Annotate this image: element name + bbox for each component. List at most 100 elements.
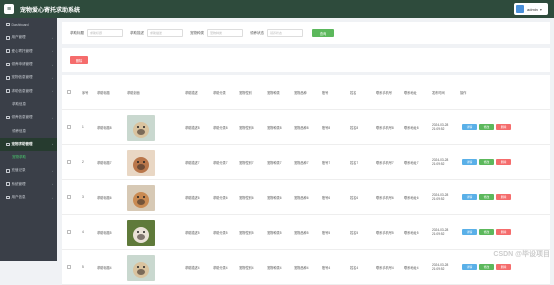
sidebar-item-label: 宠物求助管理 (12, 142, 33, 147)
delete-button[interactable]: 删除 (496, 264, 511, 270)
table-cell-time: 2024-03-28 21:09:52 (432, 193, 454, 201)
table-cell-desc: 求助描述8 (185, 125, 200, 130)
user-menu[interactable]: admin ▾ (514, 3, 548, 15)
edit-button[interactable]: 修改 (479, 264, 494, 270)
table-cell-title: 求助标题4 (97, 265, 112, 270)
delete-button[interactable]: 删除 (496, 194, 511, 200)
edit-button[interactable]: 修改 (479, 159, 494, 165)
sidebar-item[interactable]: 宠物信息管理› (0, 71, 57, 84)
table-cell-kind: 宠物种类6 (267, 195, 282, 200)
search-label: 求助描述 (130, 31, 144, 36)
chevron-right-icon: › (52, 169, 53, 173)
sidebar-item[interactable]: 用户管理› (0, 31, 57, 44)
sidebar-item[interactable]: Dashboard (0, 18, 57, 31)
table-cell-kind: 宠物种类4 (267, 265, 282, 270)
table-cell-name: 姓名4 (350, 265, 358, 270)
sidebar-item[interactable]: 领养申请管理› (0, 58, 57, 71)
nav-icon (6, 36, 10, 40)
sidebar-item-label: 宠物求助 (12, 155, 26, 160)
edit-button[interactable]: 修改 (479, 194, 494, 200)
row-actions: 详情修改删除 (462, 194, 511, 200)
table-cell-title: 求助标题6 (97, 195, 112, 200)
sidebar-item[interactable]: 求助信息 (0, 98, 57, 111)
row-checkbox[interactable] (67, 195, 71, 199)
table-cell-breed: 宠物品种4 (294, 265, 309, 270)
table-cell-sex: 宠物性别4 (239, 265, 254, 270)
row-checkbox[interactable] (67, 265, 71, 269)
table-cell-addr: 联系地址7 (404, 160, 419, 165)
chevron-right-icon: › (52, 49, 53, 53)
table-cell-kind: 宠物种类5 (267, 230, 282, 235)
header-cell: 联系地址 (404, 90, 417, 95)
sidebar: Dashboard用户管理›爱心寄托管理›领养申请管理›宠物信息管理›求助信息管… (0, 18, 57, 261)
pet-photo (127, 150, 155, 176)
sidebar-item[interactable]: 用户信息› (0, 191, 57, 204)
detail-button[interactable]: 详情 (462, 159, 477, 165)
edit-button[interactable]: 修改 (479, 229, 494, 235)
chevron-right-icon: › (52, 116, 53, 120)
table-cell-time: 2024-03-28 21:09:52 (432, 123, 454, 131)
sidebar-item-label: 领养信息 (12, 129, 26, 134)
search-button[interactable]: 查询 (312, 29, 334, 37)
table-cell-title: 求助标题7 (97, 160, 112, 165)
row-checkbox[interactable] (67, 160, 71, 164)
header-cell: 宠物种类 (267, 90, 280, 95)
table-cell-desc: 求助描述5 (185, 230, 200, 235)
edit-button[interactable]: 修改 (479, 124, 494, 130)
sidebar-item-label: 求助信息管理 (12, 89, 33, 94)
table-cell-title: 求助标题5 (97, 230, 112, 235)
table-cell-cat: 求助分类5 (213, 230, 228, 235)
chevron-right-icon: › (52, 89, 53, 93)
sidebar-item-label: 领养信息管理 (12, 115, 33, 120)
nav-icon (6, 76, 10, 80)
sidebar-item[interactable]: 领养信息 (0, 124, 57, 137)
search-input[interactable]: 领养状态 (267, 29, 303, 37)
table-cell-time: 2024-03-28 21:09:52 (432, 228, 454, 236)
delete-button[interactable]: 删除 (496, 159, 511, 165)
table-cell-time: 2024-03-28 21:09:52 (432, 263, 454, 271)
sidebar-item[interactable]: 求助信息管理 › (0, 84, 57, 97)
table-cell-kind: 宠物种类7 (267, 160, 282, 165)
data-table: 序号求助标题求助封面求助描述求助分类宠物性别宠物种类宠物品种账号姓名联系手机号联… (62, 75, 550, 285)
table-cell-sex: 宠物性别7 (239, 160, 254, 165)
sidebar-item[interactable]: 领养信息管理 › (0, 111, 57, 124)
table-row: 3求助标题6求助描述6求助分类6宠物性别6宠物种类6宠物品种6账号6姓名6联系手… (62, 180, 550, 215)
search-input[interactable]: 宠物种类 (207, 29, 243, 37)
chevron-right-icon: › (52, 196, 53, 200)
detail-button[interactable]: 详情 (462, 124, 477, 130)
sidebar-item-label: 求助信息 (12, 102, 26, 107)
sidebar-item[interactable]: 宠物求助管理› (0, 138, 57, 151)
header-cell: 求助封面 (127, 90, 140, 95)
delete-button[interactable]: 删除 (496, 124, 511, 130)
user-name: admin (527, 7, 538, 12)
select-all-checkbox[interactable] (67, 90, 71, 94)
table-row: 2求助标题7求助描述7求助分类7宠物性别7宠物种类7宠物品种7账号7姓名7联系手… (62, 145, 550, 180)
row-checkbox[interactable] (67, 230, 71, 234)
table-cell-name: 姓名7 (350, 160, 358, 165)
sidebar-item[interactable]: 系统管理› (0, 178, 57, 191)
header-cell: 姓名 (350, 90, 356, 95)
chevron-right-icon: › (52, 63, 53, 67)
table-cell-phone: 联系手机号6 (376, 195, 394, 200)
search-input[interactable]: 求助标题 (87, 29, 123, 37)
batch-delete-button[interactable]: 删除 (70, 56, 88, 64)
detail-button[interactable]: 详情 (462, 264, 477, 270)
search-label: 求助标题 (70, 31, 84, 36)
sidebar-item[interactable]: 充值记录› (0, 164, 57, 177)
table-header: 序号求助标题求助封面求助描述求助分类宠物性别宠物种类宠物品种账号姓名联系手机号联… (62, 75, 550, 110)
table-cell-breed: 宠物品种8 (294, 125, 309, 130)
menu-icon[interactable]: ≡ (4, 4, 14, 14)
detail-button[interactable]: 详情 (462, 229, 477, 235)
header-cell: 联系手机号 (376, 90, 392, 95)
header-cell: 发布时间 (432, 90, 445, 95)
table-cell-sex: 宠物性别6 (239, 195, 254, 200)
delete-button[interactable]: 删除 (496, 229, 511, 235)
table-cell-acct: 账号6 (322, 195, 330, 200)
sidebar-item-label: 用户管理 (12, 35, 26, 40)
table-cell-acct: 账号8 (322, 125, 330, 130)
search-input[interactable]: 求助描述 (147, 29, 183, 37)
sidebar-item[interactable]: 爱心寄托管理› (0, 45, 57, 58)
sidebar-item[interactable]: 宠物求助 (0, 151, 57, 164)
detail-button[interactable]: 详情 (462, 194, 477, 200)
row-checkbox[interactable] (67, 125, 71, 129)
